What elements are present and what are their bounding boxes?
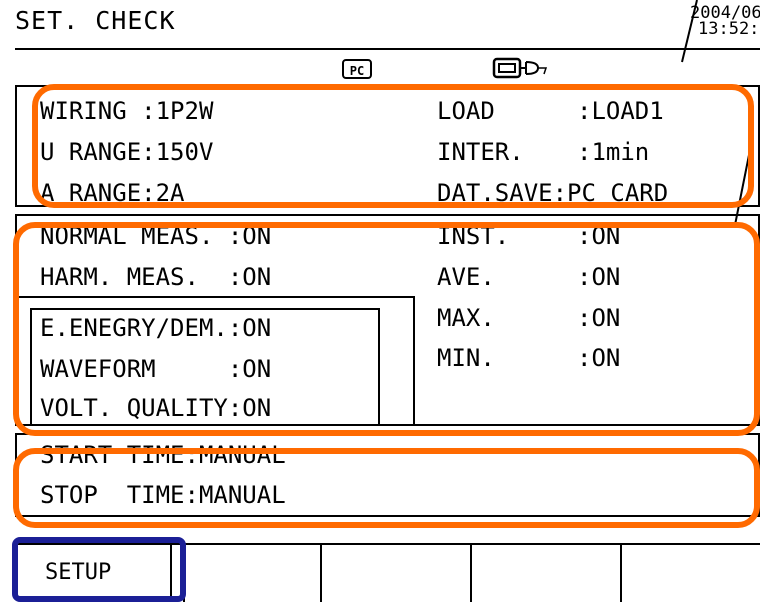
softkey-2[interactable]	[172, 544, 322, 602]
highlight-setup-softkey	[12, 537, 186, 602]
highlight-measurements	[13, 222, 760, 436]
softkey-3[interactable]	[322, 544, 472, 602]
softkey-5[interactable]	[622, 544, 760, 602]
highlight-timing	[13, 448, 760, 528]
highlight-settings	[32, 84, 754, 208]
softkey-4[interactable]	[472, 544, 622, 602]
